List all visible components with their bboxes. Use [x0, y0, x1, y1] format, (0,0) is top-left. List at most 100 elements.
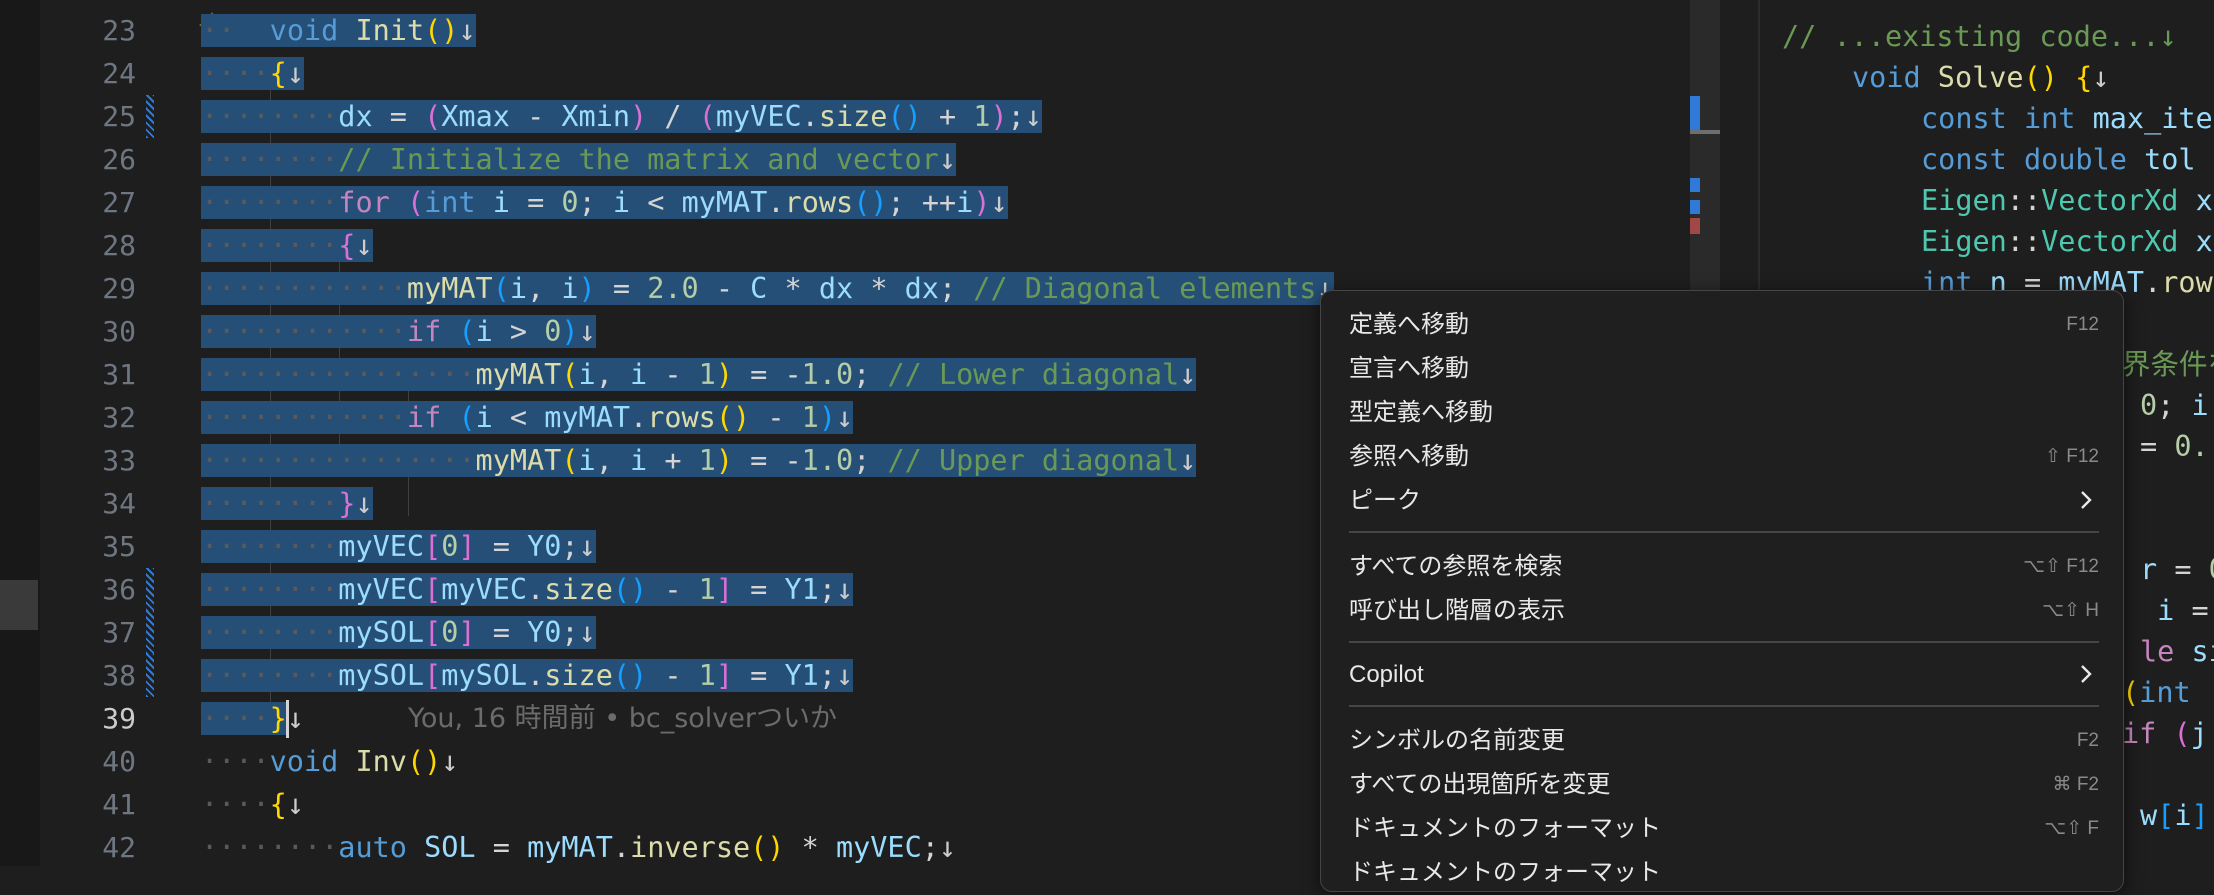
code-line: i =: [2157, 594, 2209, 627]
line-number: 25: [102, 100, 136, 133]
code-line: 0; i: [2140, 389, 2209, 422]
menu-item-go-to-references[interactable]: 参照へ移動 ⇧ F12: [1349, 435, 2099, 479]
code-text: ····{↓: [201, 788, 304, 821]
line-number: 37: [102, 616, 136, 649]
code-text: ········mySOL[mySOL.size() - 1] = Y1;↓: [201, 659, 854, 692]
code-line: = 0.: [2140, 430, 2209, 463]
code-text: ········myVEC[myVEC.size() - 1] = Y1;↓: [201, 573, 854, 606]
menu-item-show-call-hierarchy[interactable]: 呼び出し階層の表示 ⌥⇧ H: [1349, 589, 2099, 633]
menu-item-format-document[interactable]: ドキュメントのフォーマット ⌥⇧ F: [1349, 807, 2099, 851]
line-number: 23: [102, 14, 136, 47]
menu-separator: [1349, 641, 2099, 643]
menu-item-label: シンボルの名前変更: [1349, 727, 1565, 754]
code-text: ················myMAT(i, i + 1) = -1.0; …: [201, 444, 1197, 477]
vertical-scrollbar[interactable]: [1690, 0, 1720, 300]
menu-item-label: 定義へ移動: [1349, 311, 1469, 338]
code-line: void Solve() {↓: [1852, 61, 2110, 94]
menu-separator: [1349, 705, 2099, 707]
git-modified-indicator[interactable]: [146, 611, 154, 654]
code-text: ············if (i < myMAT.rows() - 1)↓: [201, 401, 854, 434]
line-number: 36: [102, 573, 136, 606]
code-line: w[i]: [2140, 799, 2209, 832]
menu-item-label: すべての出現箇所を変更: [1349, 771, 1611, 798]
code-text: ····}: [201, 702, 287, 735]
line-number: 38: [102, 659, 136, 692]
code-text: ············if (i > 0)↓: [201, 315, 596, 348]
menu-item-shortcut: ⇧ F12: [2045, 446, 2099, 467]
git-modified-indicator[interactable]: [146, 568, 154, 611]
line-number: 26: [102, 143, 136, 176]
line-number: 24: [102, 57, 136, 90]
line-number: 28: [102, 229, 136, 262]
menu-item-shortcut: F2: [2076, 730, 2099, 751]
code-text: ········myVEC[0] = Y0;↓: [201, 530, 596, 563]
code-line: (int: [2122, 676, 2191, 709]
context-menu[interactable]: 定義へ移動 F12 宣言へ移動 型定義へ移動 参照へ移動 ⇧ F12 ピーク す…: [1320, 290, 2124, 892]
line-number: 40: [102, 745, 136, 778]
code-line: r = 0: [2140, 553, 2214, 586]
menu-item-go-to-definition[interactable]: 定義へ移動 F12: [1349, 303, 2099, 347]
menu-item-peek[interactable]: ピーク: [1349, 479, 2099, 523]
line-number: 35: [102, 530, 136, 563]
code-text: ········auto SOL = myMAT.inverse() * myV…: [201, 831, 957, 864]
menu-item-format-document-with[interactable]: ドキュメントのフォーマット: [1349, 851, 2099, 895]
menu-item-shortcut: F12: [2066, 314, 2099, 335]
code-line: Eigen::VectorXd x: [1921, 225, 2213, 258]
menu-item-go-to-declaration[interactable]: 宣言へ移動: [1349, 347, 2099, 391]
line-number: 33: [102, 444, 136, 477]
code-text: ············myMAT(i, i) = 2.0 - C * dx *…: [201, 272, 1334, 305]
code-line[interactable]: 28 ········{↓: [0, 224, 1690, 267]
code-text: ····void Inv()↓: [201, 745, 459, 778]
line-number: 27: [102, 186, 136, 219]
menu-item-shortcut: ⌘ F2: [2052, 774, 2099, 795]
line-number: 34: [102, 487, 136, 520]
code-line: 界条件を: [2122, 348, 2214, 381]
line-number: 42: [102, 831, 136, 864]
line-number-current: 39: [102, 702, 136, 735]
menu-item-shortcut: ⌥⇧ F: [2044, 818, 2099, 839]
menu-item-label: 宣言へ移動: [1349, 355, 1469, 382]
code-line[interactable]: 25 ········dx = (Xmax - Xmin) / (myVEC.s…: [0, 95, 1690, 138]
menu-item-label: 型定義へ移動: [1349, 399, 1493, 426]
menu-item-label: 参照へ移動: [1349, 443, 1469, 470]
git-modified-indicator[interactable]: [146, 654, 154, 697]
menu-item-rename-symbol[interactable]: シンボルの名前変更 F2: [1349, 719, 2099, 763]
code-line: if (j: [2122, 717, 2208, 750]
menu-item-label: ピーク: [1349, 487, 1421, 514]
code-text: ········{↓: [201, 229, 373, 262]
menu-item-label: ドキュメントのフォーマット: [1349, 859, 1661, 886]
code-line[interactable]: 26 ········// Initialize the matrix and …: [0, 138, 1690, 181]
code-line: Eigen::VectorXd x: [1921, 184, 2213, 217]
menu-item-change-all-occurrences[interactable]: すべての出現箇所を変更 ⌘ F2: [1349, 763, 2099, 807]
code-text: ····{↓: [201, 57, 304, 90]
chevron-right-icon: [2081, 491, 2092, 509]
menu-item-go-to-type-definition[interactable]: 型定義へ移動: [1349, 391, 2099, 435]
menu-item-find-all-references[interactable]: すべての参照を検索 ⌥⇧ F12: [1349, 545, 2099, 589]
code-line[interactable]: 27 ········for (int i = 0; i < myMAT.row…: [0, 181, 1690, 224]
code-text: ········// Initialize the matrix and vec…: [201, 143, 956, 176]
line-number: 31: [102, 358, 136, 391]
menu-separator: [1349, 531, 2099, 533]
code-line: const double tol: [1921, 143, 2196, 176]
menu-item-label: すべての参照を検索: [1349, 553, 1563, 580]
git-blame-annotation[interactable]: You, 16 時間前 • bc_solverついか: [408, 697, 837, 740]
code-line: const int max_ite: [1921, 102, 2213, 135]
code-text: void: [1852, 61, 1938, 94]
menu-item-copilot[interactable]: Copilot: [1349, 653, 2099, 697]
text-cursor: [286, 700, 289, 738]
code-line[interactable]: 23 ·· void Init()↓: [0, 9, 1690, 52]
code-line: // ...existing code...↓: [1782, 20, 2177, 53]
chevron-right-icon: [2081, 665, 2092, 683]
git-modified-indicator[interactable]: [146, 95, 154, 138]
menu-item-label: ドキュメントのフォーマット: [1349, 815, 1661, 842]
code-text: ················myMAT(i, i - 1) = -1.0; …: [201, 358, 1197, 391]
code-text: ········for (int i = 0; i < myMAT.rows()…: [201, 186, 1008, 219]
line-number: 32: [102, 401, 136, 434]
code-text: ········}↓: [201, 487, 373, 520]
line-number: 30: [102, 315, 136, 348]
menu-item-shortcut: ⌥⇧ H: [2042, 600, 2099, 621]
menu-item-label: 呼び出し階層の表示: [1349, 597, 1565, 624]
code-text: ········dx = (Xmax - Xmin) / (myVEC.size…: [201, 100, 1042, 133]
code-line[interactable]: 24 ····{↓: [0, 52, 1690, 95]
menu-item-shortcut: ⌥⇧ F12: [2023, 556, 2099, 577]
